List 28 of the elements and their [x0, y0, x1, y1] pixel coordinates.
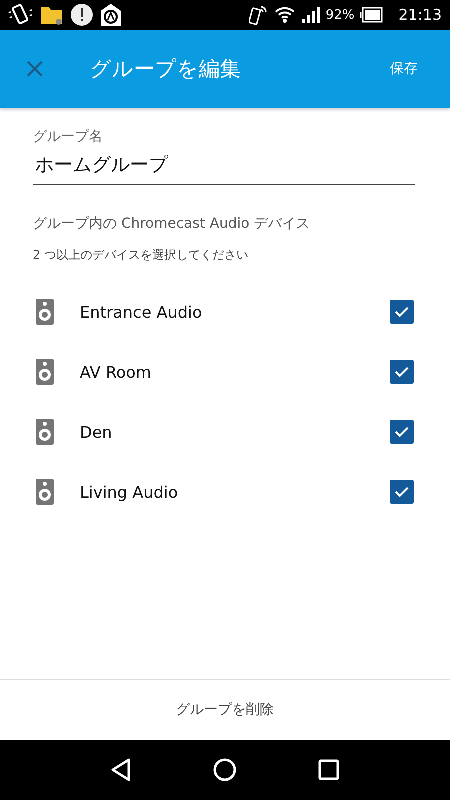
vibrate-phone-icon	[8, 3, 34, 27]
checkbox[interactable]	[390, 420, 414, 444]
wifi-icon	[274, 5, 296, 25]
speaker-icon	[36, 479, 54, 505]
home-icon[interactable]	[212, 758, 237, 782]
device-name: Entrance Audio	[80, 302, 204, 322]
checkbox[interactable]	[390, 360, 414, 384]
field-label: グループ名	[33, 128, 104, 146]
checkbox[interactable]	[390, 300, 414, 324]
device-name: AV Room	[80, 362, 153, 382]
battery-percent: 92%	[326, 8, 355, 22]
screen-title: グループを編集	[90, 56, 242, 83]
close-icon	[26, 60, 44, 78]
section-title: グループ内の Chromecast Audio デバイス	[33, 215, 312, 233]
clock: 21:13	[398, 6, 442, 24]
alert-icon	[70, 3, 94, 27]
checkbox[interactable]	[390, 480, 414, 504]
speaker-icon	[36, 359, 54, 385]
device-name: Living Audio	[80, 482, 180, 502]
back-icon[interactable]	[110, 758, 132, 782]
speaker-icon	[36, 419, 54, 445]
battery-icon	[360, 7, 384, 23]
device-name: Den	[80, 422, 114, 442]
speaker-icon	[36, 299, 54, 325]
delete-group-button[interactable]: グループを削除	[164, 693, 286, 727]
section-hint: 2 つ以上のデバイスを選択してください	[33, 247, 250, 264]
recents-icon[interactable]	[318, 759, 340, 781]
signal-icon	[300, 5, 321, 25]
